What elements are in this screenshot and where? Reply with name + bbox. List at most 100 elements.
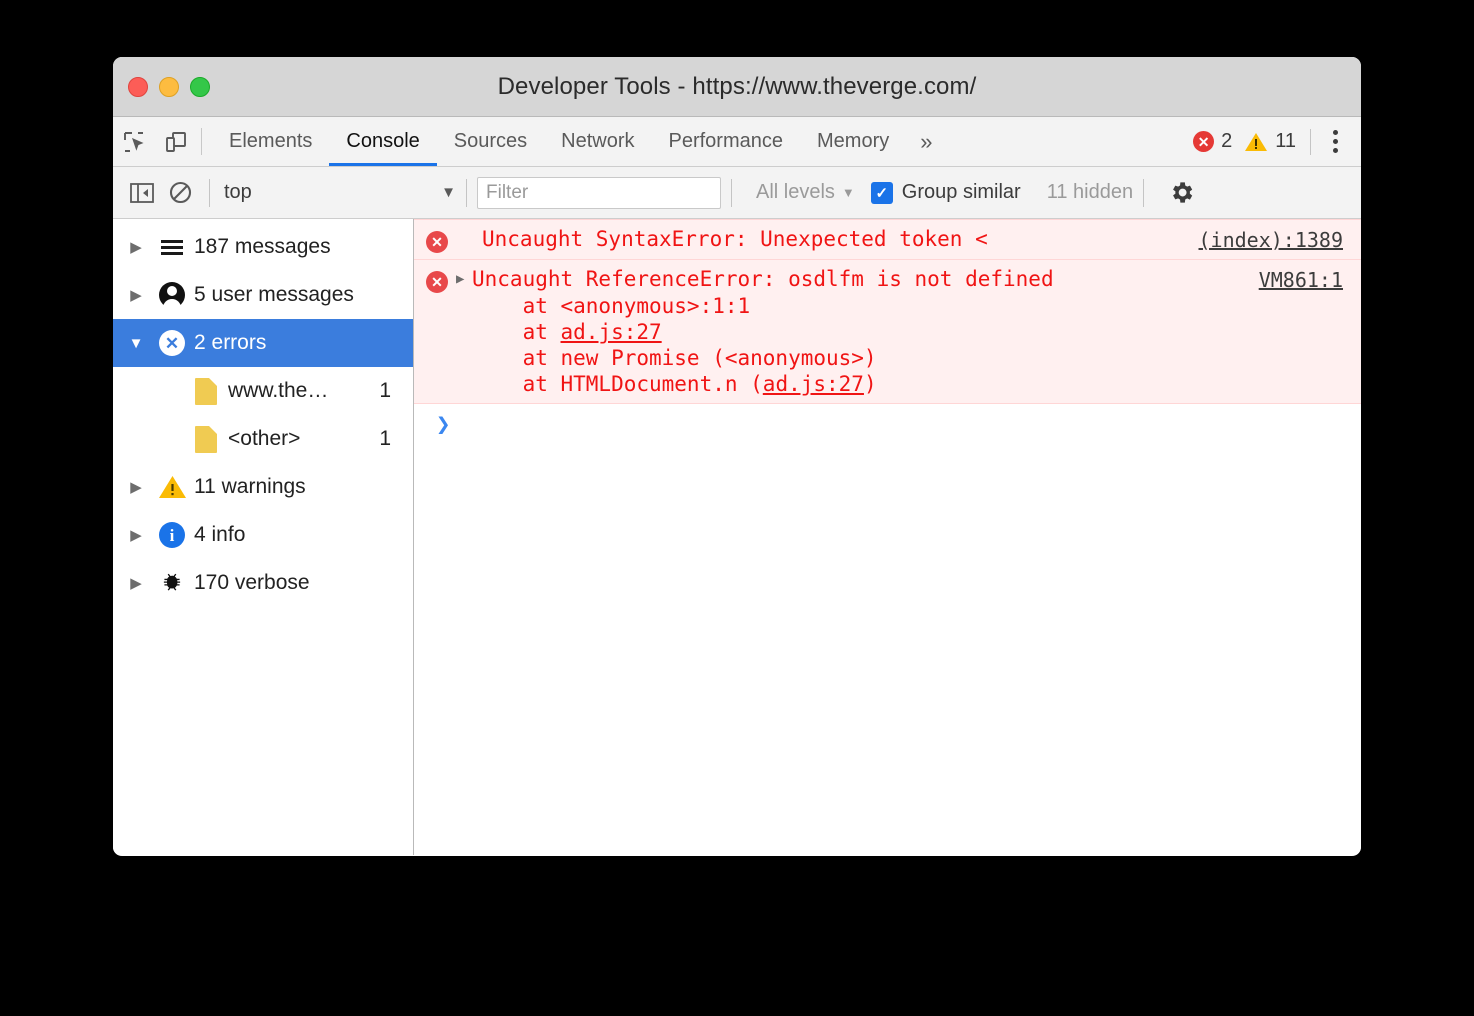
expander-icon[interactable]: ▶ — [119, 286, 153, 304]
list-icon — [153, 240, 191, 255]
stack-frame-text: at — [472, 320, 561, 344]
sidebar-item-label: www.the… — [225, 379, 328, 403]
file-icon — [187, 426, 225, 453]
stack-frame: at HTMLDocument.n (ad.js:27) — [472, 371, 1361, 397]
console-sidebar: ▶ 187 messages ▶ 5 user messages ▼ ✕ 2 e… — [113, 219, 414, 855]
expander-icon[interactable]: ▼ — [119, 335, 153, 352]
sidebar-item-warnings[interactable]: ▶ 11 warnings — [113, 463, 413, 511]
filter-input[interactable] — [477, 177, 721, 209]
sidebar-item-label: 5 user messages — [191, 283, 354, 307]
title-bar: Developer Tools - https://www.theverge.c… — [113, 57, 1361, 117]
execution-context-select[interactable]: top ▼ — [220, 181, 456, 204]
stack-frame-text: at HTMLDocument.n ( — [472, 372, 763, 396]
console-prompt[interactable]: ❯ — [414, 404, 1361, 444]
stack-frame: at new Promise (<anonymous>) — [472, 345, 1361, 371]
console-message-error[interactable]: ✕ ▶ Uncaught ReferenceError: osdlfm is n… — [414, 260, 1361, 404]
stack-frame-suffix: ) — [864, 372, 877, 396]
error-icon: ✕ — [426, 231, 448, 253]
stack-frame: at <anonymous>:1:1 — [472, 293, 1361, 319]
more-tabs-chevron-icon[interactable]: » — [906, 117, 946, 166]
devtools-window: Developer Tools - https://www.theverge.c… — [113, 57, 1361, 856]
toolbar-divider-right — [1310, 129, 1311, 155]
window-title: Developer Tools - https://www.theverge.c… — [113, 57, 1361, 117]
warning-count-badge[interactable]: 11 — [1244, 130, 1296, 153]
tab-memory[interactable]: Memory — [800, 117, 906, 166]
error-icon: ✕ — [153, 330, 191, 356]
devtools-tab-strip: Elements Console Sources Network Perform… — [113, 117, 1361, 167]
device-toolbar-icon[interactable] — [155, 117, 197, 166]
sidebar-item-label: <other> — [225, 427, 300, 451]
clear-console-icon[interactable] — [161, 180, 199, 205]
error-count-value: 2 — [1221, 130, 1232, 153]
warning-icon — [1244, 131, 1268, 153]
console-message-source-link[interactable]: VM861:1 — [1259, 268, 1343, 292]
chevron-down-icon: ▼ — [842, 185, 855, 200]
tab-sources[interactable]: Sources — [437, 117, 544, 166]
sidebar-item-user-messages[interactable]: ▶ 5 user messages — [113, 271, 413, 319]
sidebar-item-count: 1 — [379, 379, 413, 403]
stack-frame: at ad.js:27 — [472, 319, 1361, 345]
hidden-messages-count: 11 hidden — [1047, 181, 1133, 204]
log-levels-value: All levels — [756, 181, 835, 204]
error-count-badge[interactable]: ✕ 2 — [1193, 130, 1232, 153]
show-console-sidebar-icon[interactable] — [123, 181, 161, 205]
inspect-element-icon[interactable] — [113, 117, 155, 166]
expander-icon[interactable]: ▶ — [119, 478, 153, 496]
expander-icon[interactable]: ▶ — [119, 574, 153, 592]
filterbar-divider-1 — [209, 179, 210, 207]
more-options-icon[interactable] — [1321, 127, 1349, 157]
log-levels-select[interactable]: All levels ▼ — [756, 181, 855, 204]
group-similar-toggle[interactable]: ✓ Group similar — [871, 181, 1021, 204]
console-output[interactable]: ✕ Uncaught SyntaxError: Unexpected token… — [414, 219, 1361, 855]
close-button[interactable] — [128, 77, 148, 97]
console-filter-toolbar: top ▼ All levels ▼ ✓ Group similar 11 hi… — [113, 167, 1361, 219]
sidebar-item-verbose[interactable]: ▶ 170 verbose — [113, 559, 413, 607]
traffic-lights — [128, 77, 210, 97]
console-body: ▶ 187 messages ▶ 5 user messages ▼ ✕ 2 e… — [113, 219, 1361, 855]
sidebar-item-label: 11 warnings — [191, 475, 306, 499]
filterbar-divider-3 — [731, 179, 732, 207]
sidebar-item-label: 187 messages — [191, 235, 331, 259]
sidebar-item-info[interactable]: ▶ i 4 info — [113, 511, 413, 559]
sidebar-item-error-source-other[interactable]: <other> 1 — [113, 415, 413, 463]
expander-icon[interactable]: ▶ — [119, 526, 153, 544]
console-message-text: Uncaught ReferenceError: osdlfm is not d… — [472, 266, 1361, 292]
filterbar-divider-2 — [466, 179, 467, 207]
toolbar-divider — [201, 128, 202, 155]
sidebar-item-label: 170 verbose — [191, 571, 310, 595]
warning-count-value: 11 — [1275, 130, 1296, 153]
info-icon: i — [153, 522, 191, 548]
file-icon — [187, 378, 225, 405]
warning-icon — [153, 474, 191, 500]
expander-icon[interactable]: ▶ — [119, 238, 153, 256]
stack-frame-link[interactable]: ad.js:27 — [763, 372, 864, 396]
prompt-chevron-icon: ❯ — [436, 410, 450, 438]
sidebar-item-label: 4 info — [191, 523, 245, 547]
tab-elements[interactable]: Elements — [212, 117, 329, 166]
group-similar-checkbox[interactable]: ✓ — [871, 182, 893, 204]
bug-icon — [153, 570, 191, 596]
console-message-error[interactable]: ✕ Uncaught SyntaxError: Unexpected token… — [414, 219, 1361, 260]
minimize-button[interactable] — [159, 77, 179, 97]
tab-console[interactable]: Console — [329, 117, 436, 166]
tab-network[interactable]: Network — [544, 117, 651, 166]
user-icon — [153, 282, 191, 308]
sidebar-item-count: 1 — [379, 427, 413, 451]
console-stack-trace: at <anonymous>:1:1 at ad.js:27 at new Pr… — [414, 293, 1361, 397]
chevron-down-icon: ▼ — [441, 184, 456, 201]
console-message-source-link[interactable]: (index):1389 — [1199, 228, 1344, 252]
group-similar-label: Group similar — [902, 181, 1021, 204]
execution-context-value: top — [224, 181, 252, 204]
error-icon: ✕ — [1193, 131, 1214, 152]
sidebar-item-errors[interactable]: ▼ ✕ 2 errors — [113, 319, 413, 367]
tab-performance[interactable]: Performance — [652, 117, 801, 166]
maximize-button[interactable] — [190, 77, 210, 97]
stack-frame-link[interactable]: ad.js:27 — [561, 320, 662, 344]
filterbar-divider-4 — [1143, 179, 1144, 207]
expander-icon[interactable]: ▶ — [456, 272, 472, 286]
sidebar-item-messages[interactable]: ▶ 187 messages — [113, 223, 413, 271]
error-icon: ✕ — [426, 271, 448, 293]
stack-frame-text: at new Promise (<anonymous>) — [472, 346, 877, 370]
sidebar-item-error-source-verge[interactable]: www.the… 1 — [113, 367, 413, 415]
gear-icon[interactable] — [1168, 179, 1195, 206]
